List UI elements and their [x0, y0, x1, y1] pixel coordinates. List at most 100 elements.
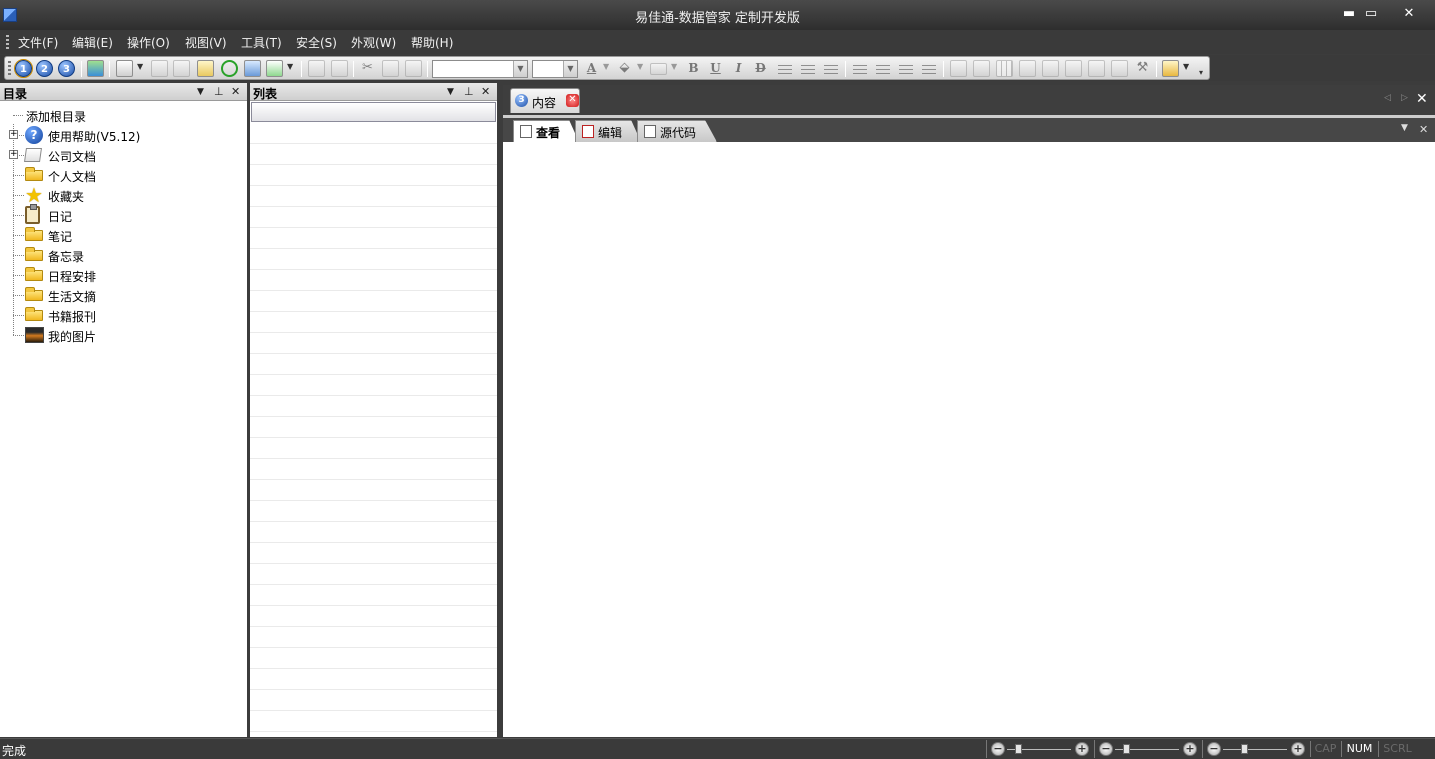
cut-icon[interactable]: ✂: [359, 60, 376, 77]
zoom-thumb[interactable]: [1015, 744, 1022, 754]
import-icon[interactable]: [266, 60, 283, 77]
level-1-button[interactable]: 1: [14, 59, 33, 78]
list-row[interactable]: [250, 186, 497, 207]
highlight-dropdown-icon[interactable]: ▼: [637, 62, 643, 71]
import-dropdown-icon[interactable]: ▼: [287, 62, 293, 71]
tree-item-books[interactable]: 书籍报刊: [0, 305, 240, 325]
toolbar-grip-handle[interactable]: [8, 61, 11, 76]
tree-item-diary[interactable]: 日记: [0, 204, 240, 225]
close-document-icon[interactable]: ✕: [1416, 91, 1428, 107]
scroll-right-icon[interactable]: ▷: [1401, 93, 1408, 103]
tree-item-notes[interactable]: 笔记: [0, 225, 240, 245]
wrench-icon[interactable]: ⚒: [1134, 60, 1151, 77]
list-row[interactable]: [250, 270, 497, 291]
tab-source[interactable]: 源代码: [637, 120, 717, 142]
close-button[interactable]: ✕: [1396, 4, 1422, 24]
close-pane-icon[interactable]: ✕: [481, 85, 490, 98]
bullet-list-icon[interactable]: [876, 62, 890, 75]
align-right-icon[interactable]: [824, 62, 838, 75]
list-row[interactable]: [250, 333, 497, 354]
chevron-down-icon[interactable]: ▼: [513, 61, 527, 77]
tree-item-add-root[interactable]: 添加根目录: [0, 105, 240, 125]
list-row[interactable]: [250, 144, 497, 165]
content-viewer[interactable]: [503, 142, 1435, 737]
list-row[interactable]: [250, 564, 497, 585]
list-row[interactable]: [250, 375, 497, 396]
list-row[interactable]: [250, 501, 497, 522]
tools-icon[interactable]: [244, 60, 261, 77]
restore-button[interactable]: ▭: [1358, 4, 1384, 24]
level-2-button[interactable]: 2: [36, 60, 53, 77]
align-center-icon[interactable]: [801, 62, 815, 75]
subtab-menu-icon[interactable]: ▼: [1401, 123, 1408, 133]
numbered-list-icon[interactable]: [853, 62, 867, 75]
notes-icon[interactable]: [197, 60, 214, 77]
font-size-combo[interactable]: ▼: [532, 60, 578, 78]
list-row[interactable]: [250, 354, 497, 375]
close-pane-icon[interactable]: ✕: [231, 85, 240, 98]
refresh-tree-icon[interactable]: [87, 60, 104, 77]
menu-operation[interactable]: 操作(O): [127, 34, 170, 51]
zoom-in-icon[interactable]: +: [1075, 742, 1089, 756]
zoom-slider-1[interactable]: − +: [986, 740, 1092, 758]
scroll-left-icon[interactable]: ◁: [1384, 93, 1391, 103]
layers-icon[interactable]: [1019, 60, 1036, 77]
list-row[interactable]: [250, 396, 497, 417]
list-row[interactable]: [250, 249, 497, 270]
list-row[interactable]: [250, 648, 497, 669]
zoom-out-icon[interactable]: −: [1099, 742, 1113, 756]
list-row[interactable]: [250, 459, 497, 480]
tab-edit[interactable]: 编辑: [575, 120, 641, 142]
move-up-icon[interactable]: [308, 60, 325, 77]
list-row[interactable]: [250, 480, 497, 501]
list-row[interactable]: [250, 417, 497, 438]
list-row[interactable]: [250, 585, 497, 606]
indent-icon[interactable]: [922, 62, 936, 75]
chevron-down-icon[interactable]: ▼: [563, 61, 577, 77]
list-view[interactable]: [250, 123, 497, 737]
list-row[interactable]: [250, 291, 497, 312]
tab-content[interactable]: 3 内容 ✕: [510, 88, 580, 113]
move-down-icon[interactable]: [331, 60, 348, 77]
toolbar-overflow-icon[interactable]: ▾: [1199, 68, 1203, 77]
list-row[interactable]: [250, 312, 497, 333]
list-column-header[interactable]: [251, 102, 496, 122]
list-row[interactable]: [250, 438, 497, 459]
tree-item-company-docs[interactable]: + 公司文档: [0, 145, 240, 165]
list-row[interactable]: [250, 606, 497, 627]
menu-file[interactable]: 文件(F): [18, 34, 58, 51]
expand-icon[interactable]: +: [9, 150, 18, 159]
menu-security[interactable]: 安全(S): [296, 34, 337, 51]
tree-item-help[interactable]: + ? 使用帮助(V5.12): [0, 125, 240, 145]
highlight-color-icon[interactable]: ⬙: [616, 60, 633, 77]
italic-icon[interactable]: I: [730, 60, 747, 77]
new-document-dropdown-icon[interactable]: ▼: [137, 62, 143, 71]
font-color-dropdown-icon[interactable]: ▼: [603, 62, 609, 71]
zoom-in-icon[interactable]: +: [1291, 742, 1305, 756]
tree-item-favorites[interactable]: ★ 收藏夹: [0, 185, 240, 205]
pin-icon[interactable]: ⊥: [464, 85, 474, 98]
border-icon[interactable]: [650, 63, 667, 75]
list-row[interactable]: [250, 165, 497, 186]
list-row[interactable]: [250, 123, 497, 144]
insert-file-icon[interactable]: [973, 60, 990, 77]
outdent-icon[interactable]: [899, 62, 913, 75]
tree-item-personal-docs[interactable]: 个人文档: [0, 165, 240, 185]
zoom-slider-2[interactable]: − +: [1094, 740, 1200, 758]
clip-image-icon[interactable]: [1088, 60, 1105, 77]
strikethrough-icon[interactable]: D: [752, 60, 769, 77]
list-row[interactable]: [250, 627, 497, 648]
pin-icon[interactable]: ⊥: [214, 85, 224, 98]
move-icon[interactable]: [151, 60, 168, 77]
font-name-combo[interactable]: ▼: [432, 60, 528, 78]
list-row[interactable]: [250, 543, 497, 564]
list-row[interactable]: [250, 711, 497, 732]
copy-icon[interactable]: [382, 60, 399, 77]
bold-icon[interactable]: B: [685, 60, 702, 77]
zoom-thumb[interactable]: [1123, 744, 1130, 754]
insert-link-icon[interactable]: [950, 60, 967, 77]
insert-image-icon[interactable]: [1042, 60, 1059, 77]
border-dropdown-icon[interactable]: ▼: [671, 62, 677, 71]
tree-item-memo[interactable]: 备忘录: [0, 245, 240, 265]
underline-icon[interactable]: U: [707, 60, 724, 77]
